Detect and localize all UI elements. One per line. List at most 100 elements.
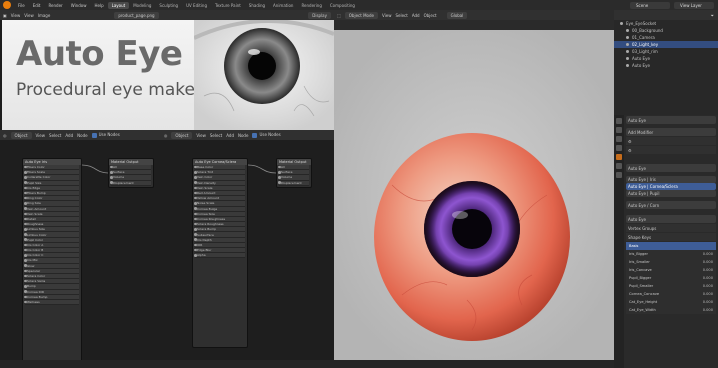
- shape-key-value[interactable]: 0.000: [703, 300, 713, 304]
- menu-window[interactable]: Window: [67, 3, 91, 8]
- node-editor-right[interactable]: Auto Eye Cornea/Sclera Base Color Sclera …: [170, 140, 334, 368]
- add-modifier-button[interactable]: Add Modifier: [626, 128, 716, 136]
- tool-tab-icon[interactable]: [616, 118, 622, 124]
- image-menu-view-2[interactable]: View: [24, 13, 34, 18]
- workspace-tab-layout[interactable]: Layout: [107, 1, 130, 9]
- orientation-dropdown[interactable]: Global: [446, 11, 468, 19]
- node-editor-left[interactable]: Auto Eye Iris Fibers Color Fibers Scale Co…: [0, 140, 170, 368]
- material-slot[interactable]: Auto Eye | Iris: [626, 176, 716, 183]
- workspace-tab-uv-editing[interactable]: UV Editing: [182, 2, 211, 9]
- viewport-menu-add[interactable]: Add: [412, 13, 420, 18]
- outliner-row[interactable]: 03_Light_rim: [614, 48, 718, 55]
- data-tab-icon[interactable]: [616, 172, 622, 178]
- shape-key-value[interactable]: 0.000: [703, 276, 713, 280]
- shape-key-value[interactable]: 0.000: [703, 284, 713, 288]
- shape-key-value[interactable]: 0.000: [703, 308, 713, 312]
- outliner[interactable]: ⏷ Eye_EyeSocket 00_Background 01_Camera 02_…: [614, 10, 718, 115]
- editor-type-icon[interactable]: ▣: [3, 13, 7, 18]
- workspace-tab-shading[interactable]: Shading: [245, 2, 269, 9]
- use-nodes-toggle[interactable]: Use Nodes: [91, 132, 120, 138]
- outliner-row[interactable]: 00_Background: [614, 27, 718, 34]
- filter-icon[interactable]: ⏷: [711, 13, 714, 18]
- outliner-row[interactable]: 02_Light_key: [614, 41, 718, 48]
- object-name-field[interactable]: Auto Eye: [626, 116, 716, 124]
- workspace-tab-texture-paint[interactable]: Texture Paint: [211, 2, 245, 9]
- workspace-tab-animation[interactable]: Animation: [269, 2, 297, 9]
- workspace-tab-modeling[interactable]: Modeling: [129, 2, 155, 9]
- mode-dropdown[interactable]: Object Mode: [344, 11, 378, 19]
- node-menu-object[interactable]: Object: [10, 131, 32, 139]
- shape-key-row[interactable]: Iris_Concave 0.000: [626, 266, 716, 274]
- workspace-tab-rendering[interactable]: Rendering: [297, 2, 325, 9]
- render-tab-icon[interactable]: [616, 127, 622, 133]
- 3d-viewport[interactable]: [334, 30, 614, 360]
- viewport-type-icon[interactable]: ⬚: [337, 13, 341, 18]
- outliner-row-label: 02_Light_key: [632, 42, 659, 47]
- shape-key-value[interactable]: 0.000: [703, 252, 713, 256]
- use-nodes-toggle-2[interactable]: Use Nodes: [252, 132, 281, 138]
- shape-key-row[interactable]: Pupil_Bigger 0.000: [626, 274, 716, 282]
- outliner-row[interactable]: 01_Camera: [614, 34, 718, 41]
- viewport-menu-view[interactable]: View: [382, 13, 392, 18]
- shape-key-row[interactable]: Cat_Eye_Width 0.000: [626, 306, 716, 314]
- node-menu-add-2[interactable]: Add: [226, 133, 234, 138]
- outliner-row[interactable]: Auto Eye: [614, 55, 718, 62]
- modifier-row-2[interactable]: ⚙: [626, 146, 716, 154]
- node-menu-view[interactable]: View: [36, 133, 46, 138]
- node-menu-add[interactable]: Add: [65, 133, 73, 138]
- menu-edit[interactable]: Edit: [29, 3, 45, 8]
- view-layer-field[interactable]: View Layer: [674, 1, 714, 9]
- view-layer-selector[interactable]: View Layer: [674, 1, 714, 9]
- workspace-tab-compositing[interactable]: Compositing: [326, 2, 359, 9]
- node-editor-type-icon-2[interactable]: ◎: [164, 133, 168, 138]
- viewport-menu-object[interactable]: Object: [424, 13, 437, 18]
- menu-render[interactable]: Render: [44, 3, 66, 8]
- outliner-row[interactable]: Eye_EyeSocket: [614, 20, 718, 27]
- scene-selector[interactable]: Scene: [630, 1, 670, 9]
- object-type-icon: [626, 64, 629, 67]
- blender-logo-icon[interactable]: [3, 1, 11, 9]
- image-canvas[interactable]: Auto Eye Procedural eye maker: [2, 20, 334, 130]
- shape-key-row[interactable]: Cornea_Concave 0.000: [626, 290, 716, 298]
- material-slot[interactable]: Auto Eye | Cornea/Sclera: [626, 183, 716, 190]
- menu-file[interactable]: File: [14, 3, 29, 8]
- image-browse-field[interactable]: product_page.png: [114, 11, 159, 19]
- scene-field[interactable]: Scene: [630, 1, 670, 9]
- material-tab-icon[interactable]: [616, 163, 622, 169]
- modifier-row[interactable]: ⚙: [626, 137, 716, 145]
- display-mode-dropdown[interactable]: Display: [308, 11, 331, 19]
- material-browse-field[interactable]: Auto Eye / Corn: [626, 201, 716, 209]
- node-editor-type-icon[interactable]: ◎: [3, 133, 7, 138]
- modifier-tab-icon[interactable]: [616, 154, 622, 160]
- node-menu-select[interactable]: Select: [49, 133, 61, 138]
- node-menu-view-2[interactable]: View: [196, 133, 206, 138]
- shape-key-row[interactable]: Iris_Smaller 0.000: [626, 258, 716, 266]
- node-menu-select-2[interactable]: Select: [210, 133, 222, 138]
- shape-key-row[interactable]: Iris_Bigger 0.000: [626, 250, 716, 258]
- object-type-icon: [626, 36, 629, 39]
- node-menu-node[interactable]: Node: [77, 133, 87, 138]
- node-menu-node-2[interactable]: Node: [238, 133, 248, 138]
- workspace-tab-sculpting[interactable]: Sculpting: [155, 2, 182, 9]
- image-menu-view[interactable]: View: [11, 13, 21, 18]
- material-section-header[interactable]: Auto Eye: [626, 164, 716, 172]
- output-tab-icon[interactable]: [616, 136, 622, 142]
- node-menu-object-2[interactable]: Object: [171, 131, 193, 139]
- shape-keys-panel[interactable]: Shape Keys: [626, 233, 716, 241]
- shape-key-name: Pupil_Smaller: [629, 283, 654, 288]
- shape-key-row[interactable]: Pupil_Smaller 0.000: [626, 282, 716, 290]
- menu-help[interactable]: Help: [90, 3, 107, 8]
- shape-key-value[interactable]: 0.000: [703, 292, 713, 296]
- scene-tab-icon[interactable]: [616, 145, 622, 151]
- data-name-field[interactable]: Auto Eye: [626, 215, 716, 223]
- shape-key-row[interactable]: Basis: [626, 242, 716, 250]
- image-menu-image[interactable]: Image: [38, 13, 51, 18]
- outliner-row[interactable]: Auto Eye: [614, 62, 718, 69]
- properties-editor[interactable]: Auto Eye Add Modifier ⚙ ⚙ Auto Eye Auto …: [614, 115, 718, 368]
- shape-key-row[interactable]: Cat_Eye_Height 0.000: [626, 298, 716, 306]
- shape-key-value[interactable]: 0.000: [703, 268, 713, 272]
- viewport-menu-select[interactable]: Select: [395, 13, 407, 18]
- vertex-groups-panel[interactable]: Vertex Groups: [626, 224, 716, 232]
- material-slot[interactable]: Auto Eye | Pupil: [626, 190, 716, 197]
- shape-key-value[interactable]: 0.000: [703, 260, 713, 264]
